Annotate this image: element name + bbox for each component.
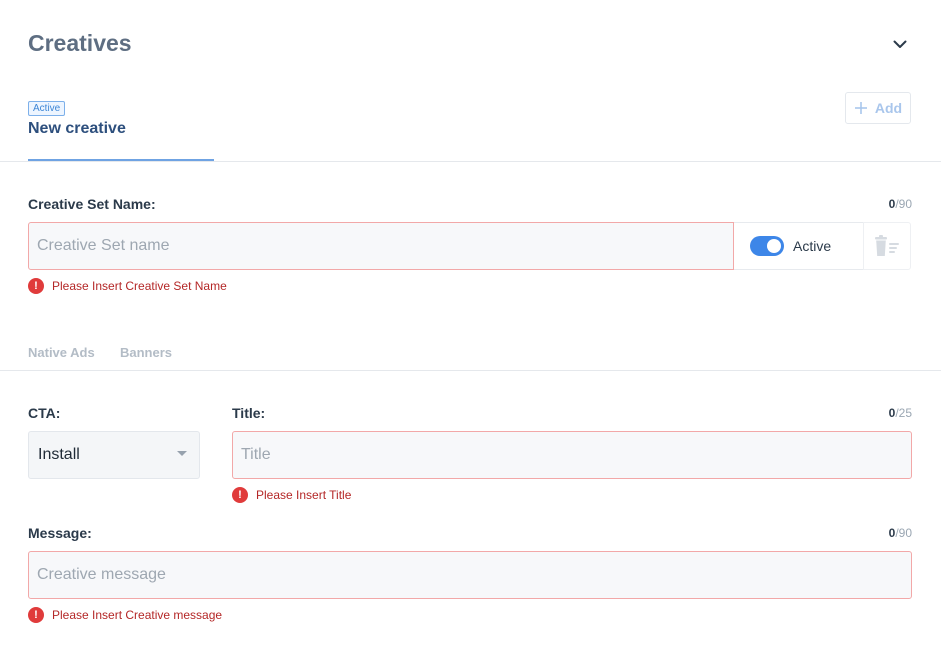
creative-set-name-input[interactable] bbox=[28, 222, 734, 270]
message-input[interactable] bbox=[28, 551, 912, 599]
header-divider bbox=[0, 161, 941, 162]
message-label: Message: bbox=[28, 525, 92, 541]
exclamation-icon: ! bbox=[28, 607, 44, 623]
title-counter: 0/25 bbox=[889, 406, 912, 420]
cta-selected-value: Install bbox=[38, 446, 80, 463]
chevron-down-icon bbox=[893, 40, 907, 48]
error-text: Please Insert Creative message bbox=[52, 608, 223, 622]
caret-down-icon bbox=[177, 450, 187, 456]
counter-max: /25 bbox=[895, 406, 912, 420]
title-error: ! Please Insert Title bbox=[232, 487, 351, 503]
creative-tab-label: New creative bbox=[28, 120, 126, 137]
title-label: Title: bbox=[232, 405, 266, 421]
title-input[interactable] bbox=[232, 431, 912, 479]
active-toggle[interactable] bbox=[750, 236, 784, 256]
exclamation-icon: ! bbox=[232, 487, 248, 503]
plus-icon bbox=[854, 102, 867, 114]
active-toggle-label: Active bbox=[793, 238, 832, 254]
collapse-button[interactable] bbox=[888, 32, 912, 56]
status-badge: Active bbox=[28, 101, 66, 116]
counter-max: /90 bbox=[895, 197, 912, 211]
creative-tab-new-creative[interactable]: Active New creative bbox=[28, 98, 214, 161]
tab-native-ads[interactable]: Native Ads bbox=[28, 345, 95, 360]
trash-icon bbox=[875, 235, 899, 256]
cta-select[interactable]: Install bbox=[28, 431, 200, 479]
page-title: Creatives bbox=[28, 30, 132, 56]
error-text: Please Insert Creative Set Name bbox=[52, 279, 227, 293]
message-counter: 0/90 bbox=[889, 526, 912, 540]
delete-creative-set-button[interactable] bbox=[863, 222, 911, 270]
creative-set-name-counter: 0/90 bbox=[889, 197, 912, 211]
active-toggle-container: Active bbox=[734, 222, 864, 270]
tab-banners[interactable]: Banners bbox=[120, 345, 172, 360]
message-error: ! Please Insert Creative message bbox=[28, 607, 222, 623]
cta-label: CTA: bbox=[28, 405, 61, 421]
creative-set-name-error: ! Please Insert Creative Set Name bbox=[28, 278, 227, 294]
counter-max: /90 bbox=[895, 526, 912, 540]
error-text: Please Insert Title bbox=[256, 488, 352, 502]
creative-set-name-label: Creative Set Name: bbox=[28, 196, 156, 212]
add-button-label: Add bbox=[874, 100, 903, 116]
toggle-knob bbox=[767, 239, 781, 253]
add-creative-button[interactable]: Add bbox=[845, 92, 911, 124]
exclamation-icon: ! bbox=[28, 278, 44, 294]
ad-tabs-divider bbox=[0, 370, 941, 371]
